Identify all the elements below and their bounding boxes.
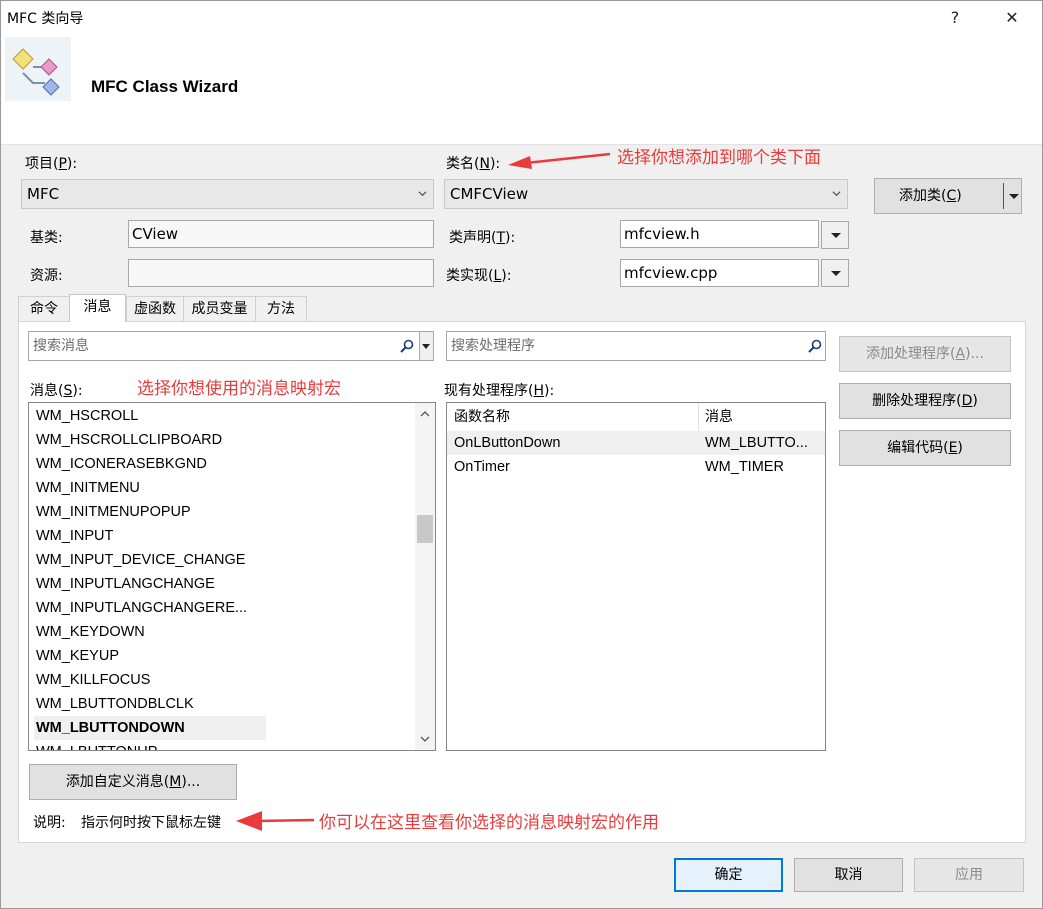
- column-function-name[interactable]: 函数名称: [447, 403, 699, 431]
- handler-message-cell: WM_LBUTTO...: [705, 435, 808, 451]
- cancel-button[interactable]: 取消: [794, 858, 903, 892]
- description-label: 说明:: [33, 815, 66, 831]
- wizard-header: MFC Class Wizard: [1, 35, 1042, 145]
- list-item[interactable]: WM_INITMENU: [36, 476, 140, 500]
- messages-label: 消息(S):: [30, 383, 83, 399]
- resource-label: 资源:: [30, 268, 63, 284]
- annotation-arrow-icon: [236, 811, 315, 831]
- handler-message-cell: WM_TIMER: [705, 459, 784, 475]
- class-decl-label: 类声明(T):: [449, 230, 516, 246]
- table-row[interactable]: OnLButtonDown WM_LBUTTO...: [447, 431, 825, 455]
- messages-scrollbar[interactable]: [415, 403, 435, 750]
- add-handler-button[interactable]: 添加处理程序(A)...: [839, 336, 1011, 372]
- scroll-up-icon[interactable]: [420, 409, 430, 419]
- messages-list[interactable]: WM_HSCROLL WM_HSCROLLCLIPBOARD WM_ICONERAS…: [28, 402, 436, 751]
- list-item[interactable]: WM_INPUT_DEVICE_CHANGE: [36, 548, 245, 572]
- base-class-label: 基类:: [30, 230, 63, 246]
- tab-methods[interactable]: 方法: [255, 296, 307, 322]
- table-row[interactable]: OnTimer WM_TIMER: [447, 455, 825, 479]
- search-messages-input[interactable]: 搜索消息: [28, 331, 420, 361]
- list-item[interactable]: WM_KILLFOCUS: [36, 668, 150, 692]
- class-impl-label: 类实现(L):: [446, 268, 512, 284]
- list-item[interactable]: WM_ICONERASEBKGND: [36, 452, 207, 476]
- class-decl-dropdown-button[interactable]: [821, 221, 849, 249]
- search-icon[interactable]: [807, 338, 823, 354]
- existing-handlers-label: 现有处理程序(H):: [444, 383, 555, 399]
- header-title: MFC Class Wizard: [91, 77, 239, 96]
- tab-commands[interactable]: 命令: [18, 296, 70, 322]
- handler-function-cell: OnTimer: [454, 459, 510, 475]
- list-item[interactable]: WM_INITMENUPOPUP: [36, 500, 191, 524]
- column-message[interactable]: 消息: [698, 403, 825, 431]
- project-label: 项目(P):: [25, 156, 78, 172]
- list-item[interactable]: WM_INPUT: [36, 524, 113, 548]
- dropdown-arrow-icon: [831, 233, 841, 238]
- window-title: MFC 类向导: [7, 11, 84, 27]
- list-item[interactable]: WM_LBUTTONDBLCLK: [36, 692, 194, 716]
- dropdown-arrow-icon: [422, 344, 430, 349]
- add-custom-message-button[interactable]: 添加自定义消息(M)...: [29, 764, 237, 800]
- message-hint-annotation: 选择你想使用的消息映射宏: [137, 379, 341, 399]
- title-bar: MFC 类向导 ? ✕: [1, 1, 1042, 35]
- list-item[interactable]: WM_INPUTLANGCHANGERE...: [36, 596, 247, 620]
- description-hint-annotation: 你可以在这里查看你选择的消息映射宏的作用: [319, 813, 659, 833]
- class-name-label: 类名(N):: [446, 156, 501, 172]
- edit-code-button[interactable]: 编辑代码(E): [839, 430, 1011, 466]
- class-wizard-logo-icon: [5, 37, 71, 101]
- search-icon[interactable]: [399, 338, 415, 354]
- annotation-arrow-icon: [508, 152, 611, 169]
- close-button[interactable]: ✕: [992, 5, 1032, 31]
- description-text: 指示何时按下鼠标左键: [81, 815, 221, 831]
- ok-button[interactable]: 确定: [674, 858, 783, 892]
- chevron-down-icon: [418, 191, 427, 197]
- class-impl-field[interactable]: mfcview.cpp: [620, 259, 819, 287]
- list-item[interactable]: WM_INPUTLANGCHANGE: [36, 572, 215, 596]
- handler-function-cell: OnLButtonDown: [454, 435, 561, 451]
- search-options-dropdown[interactable]: [419, 331, 434, 361]
- help-button[interactable]: ?: [935, 5, 975, 31]
- class-name-combobox[interactable]: CMFCView: [444, 179, 848, 209]
- class-decl-field[interactable]: mfcview.h: [620, 220, 819, 248]
- tab-member-variables[interactable]: 成员变量: [183, 296, 256, 322]
- class-impl-dropdown-button[interactable]: [821, 259, 849, 287]
- add-class-button[interactable]: 添加类(C): [874, 178, 1022, 214]
- scroll-thumb[interactable]: [417, 515, 433, 543]
- resource-field: [128, 259, 434, 287]
- mfc-class-wizard-dialog: MFC 类向导 ? ✕ MFC Class Wizard 项目(P): MFC …: [0, 0, 1043, 909]
- list-item[interactable]: WM_HSCROLL: [36, 404, 138, 428]
- list-item[interactable]: WM_HSCROLLCLIPBOARD: [36, 428, 222, 452]
- list-item[interactable]: WM_KEYUP: [36, 644, 119, 668]
- delete-handler-button[interactable]: 删除处理程序(D): [839, 383, 1011, 419]
- apply-button[interactable]: 应用: [914, 858, 1024, 892]
- tab-messages[interactable]: 消息: [69, 294, 126, 322]
- dropdown-arrow-icon: [831, 271, 841, 276]
- existing-handlers-grid[interactable]: 函数名称 消息 OnLButtonDown WM_LBUTTO... OnTim…: [446, 402, 826, 751]
- class-hint-annotation: 选择你想添加到哪个类下面: [617, 148, 821, 168]
- list-item[interactable]: WM_LBUTTONUP: [36, 740, 157, 750]
- search-handlers-input[interactable]: 搜索处理程序: [446, 331, 826, 361]
- project-combobox[interactable]: MFC: [21, 179, 434, 209]
- chevron-down-icon: [832, 191, 841, 197]
- list-item[interactable]: WM_LBUTTONDOWN: [34, 716, 266, 740]
- tab-virtual-functions[interactable]: 虚函数: [126, 296, 184, 322]
- split-dropdown-arrow-icon[interactable]: [1009, 194, 1019, 199]
- base-class-field: CView: [128, 220, 434, 248]
- list-item[interactable]: WM_KEYDOWN: [36, 620, 145, 644]
- scroll-down-icon[interactable]: [420, 734, 430, 744]
